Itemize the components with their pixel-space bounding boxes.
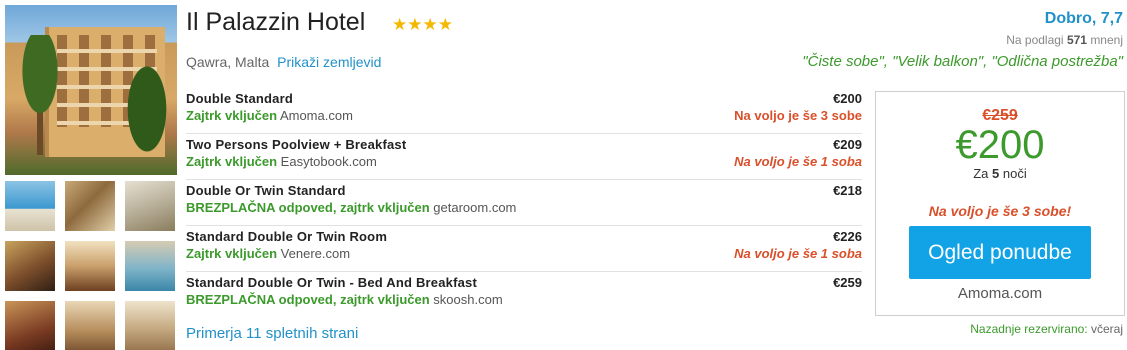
hotel-location: Qawra, Malta Prikaži zemljevid (186, 54, 381, 70)
offers-list: Double Standard Zajtrk vključen Amoma.co… (186, 88, 862, 318)
deal-site: Amoma.com (957, 285, 1043, 302)
photo-palm-shape (5, 35, 75, 155)
photo-tree-shape (117, 65, 177, 175)
offer-price: €209 (833, 137, 862, 152)
last-booked-when: včeraj (1090, 322, 1123, 336)
offer-room-name: Double Standard (186, 91, 294, 106)
main-hotel-photo[interactable] (5, 5, 177, 175)
compare-sites-link[interactable]: Primerja 11 spletnih strani (186, 325, 358, 342)
offer-availability: Na voljo je še 1 soba (734, 246, 862, 261)
offer-row[interactable]: Standard Double Or Twin Room Zajtrk vklj… (186, 226, 862, 272)
thumbnail-photo[interactable] (125, 181, 175, 231)
thumbnail-photo[interactable] (65, 241, 115, 291)
deal-price: €200 (955, 123, 1045, 167)
offer-availability: Na voljo je še 3 sobe (734, 108, 862, 123)
offer-perks: BREZPLAČNA odpoved, zajtrk vključen geta… (186, 200, 862, 215)
thumbnail-photo[interactable] (65, 181, 115, 231)
thumbnail-photo[interactable] (125, 301, 175, 350)
offer-price: €226 (833, 229, 862, 244)
review-highlights: "Čiste sobe", "Velik balkon", "Odlična p… (802, 53, 1123, 70)
nights-prefix: Za (973, 166, 989, 181)
last-booked-label: Nazadnje rezervirano: (970, 322, 1088, 336)
thumbnail-photo[interactable] (5, 301, 55, 350)
offer-perk: BREZPLAČNA odpoved, zajtrk vključen (186, 200, 430, 215)
last-booked: Nazadnje rezervirano: včeraj (970, 322, 1123, 336)
rating-score[interactable]: Dobro, 7,7 (1045, 10, 1123, 28)
view-deal-button[interactable]: Ogled ponudbe (909, 226, 1091, 279)
reviews-prefix: Na podlagi (1006, 33, 1064, 47)
offer-site: Amoma.com (279, 108, 353, 123)
offer-price: €200 (833, 91, 862, 106)
offer-row[interactable]: Double Standard Zajtrk vključen Amoma.co… (186, 88, 862, 134)
thumbnail-photo[interactable] (125, 241, 175, 291)
photo-gallery (5, 5, 177, 350)
offer-site: Easytobook.com (280, 154, 377, 169)
location-text: Qawra, Malta (186, 54, 270, 70)
offer-room-name: Double Or Twin Standard (186, 183, 346, 198)
reviews-number: 571 (1066, 33, 1087, 47)
review-count: Na podlagi 571 mnenj (1006, 33, 1123, 47)
offer-room-name: Two Persons Poolview + Breakfast (186, 137, 407, 152)
nights-suffix: noči (1002, 166, 1027, 181)
old-price-value: €259 (982, 107, 1018, 124)
deal-availability: Na voljo je še 3 sobe! (928, 203, 1072, 219)
offer-room-name: Standard Double Or Twin Room (186, 229, 388, 244)
show-map-link[interactable]: Prikaži zemljevid (277, 54, 381, 70)
offer-row[interactable]: Two Persons Poolview + Breakfast Zajtrk … (186, 134, 862, 180)
offer-site: Venere.com (280, 246, 351, 261)
thumbnail-photo[interactable] (5, 241, 55, 291)
nights-count: 5 (992, 166, 1000, 181)
offer-price: €259 (833, 275, 862, 290)
hotel-name[interactable]: Il Palazzin Hotel (186, 8, 365, 37)
offer-availability: Na voljo je še 1 soba (734, 154, 862, 169)
thumbnail-photo[interactable] (5, 181, 55, 231)
offer-price: €218 (833, 183, 862, 198)
offer-row[interactable]: Standard Double Or Twin - Bed And Breakf… (186, 272, 862, 318)
offer-perk: Zajtrk vključen (186, 108, 278, 123)
offer-row[interactable]: Double Or Twin Standard BREZPLAČNA odpov… (186, 180, 862, 226)
thumbnail-photo[interactable] (65, 301, 115, 350)
reviews-suffix: mnenj (1090, 33, 1123, 47)
offer-perk: BREZPLAČNA odpoved, zajtrk vključen (186, 292, 430, 307)
offer-perks: BREZPLAČNA odpoved, zajtrk vključen skoo… (186, 292, 862, 307)
best-deal-box: €259 €200 Za 5 noči Na voljo je še 3 sob… (875, 91, 1125, 316)
nights-info: Za 5 noči (876, 166, 1124, 181)
offer-site: getaroom.com (433, 200, 517, 215)
offer-perk: Zajtrk vključen (186, 154, 278, 169)
offer-perk: Zajtrk vključen (186, 246, 278, 261)
star-rating-icon: ★★★★ (392, 15, 453, 34)
offer-site: skoosh.com (433, 292, 503, 307)
offer-room-name: Standard Double Or Twin - Bed And Breakf… (186, 275, 478, 290)
